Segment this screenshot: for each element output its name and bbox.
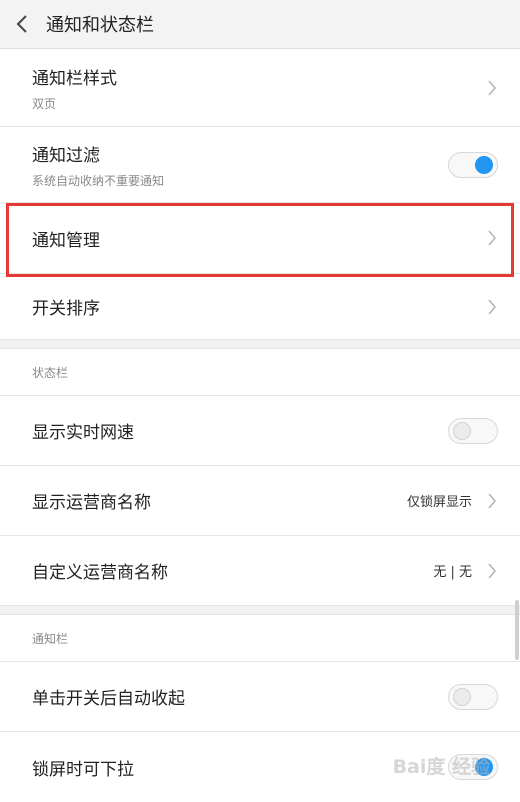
- realtime-speed-label: 显示实时网速: [32, 423, 134, 443]
- notification-filter-toggle[interactable]: [448, 151, 498, 178]
- custom-carrier-label: 自定义运营商名称: [32, 563, 168, 583]
- auto-collapse-toggle[interactable]: [448, 683, 498, 710]
- carrier-name-item[interactable]: 显示运营商名称 仅锁屏显示: [0, 466, 520, 536]
- notification-filter-label: 通知过滤: [32, 145, 100, 166]
- status-bar-section-header: 状态栏: [0, 349, 520, 396]
- notification-filter-description: 系统自动收纳不重要通知: [32, 173, 165, 188]
- notification-style-label: 通知栏样式: [32, 68, 117, 89]
- notification-bar-section-header: 通知栏: [0, 615, 520, 662]
- switch-order-label: 开关排序: [32, 299, 100, 319]
- chevron-right-icon: [486, 561, 498, 581]
- notification-style-value: 双页: [32, 96, 57, 111]
- scrollbar[interactable]: [515, 600, 519, 660]
- chevron-right-icon: [486, 297, 498, 317]
- realtime-speed-item: 显示实时网速: [0, 396, 520, 466]
- realtime-speed-toggle[interactable]: [448, 417, 498, 444]
- custom-carrier-value: 无 | 无: [433, 565, 472, 580]
- page-title: 通知和状态栏: [46, 15, 154, 36]
- top-bar: 通知和状态栏: [0, 0, 520, 49]
- auto-collapse-item: 单击开关后自动收起: [0, 662, 520, 732]
- baidu-watermark: Bai度 经验: [392, 756, 490, 778]
- notification-style-item[interactable]: 通知栏样式 双页: [0, 49, 520, 127]
- auto-collapse-label: 单击开关后自动收起: [32, 689, 185, 709]
- notification-manage-label: 通知管理: [32, 230, 100, 251]
- toggle-knob: [453, 421, 471, 440]
- custom-carrier-item[interactable]: 自定义运营商名称 无 | 无: [0, 536, 520, 606]
- switch-order-item[interactable]: 开关排序: [0, 274, 520, 340]
- chevron-right-icon: [486, 491, 498, 511]
- notification-filter-item: 通知过滤 系统自动收纳不重要通知: [0, 127, 520, 203]
- chevron-right-icon: [486, 78, 498, 98]
- carrier-name-label: 显示运营商名称: [32, 493, 151, 513]
- toggle-knob: [475, 155, 493, 174]
- section-divider: [0, 340, 520, 349]
- back-button[interactable]: [2, 0, 42, 48]
- notification-manage-item[interactable]: 通知管理: [0, 203, 520, 274]
- chevron-right-icon: [486, 228, 498, 248]
- toggle-knob: [453, 687, 471, 706]
- chevron-left-icon: [16, 15, 27, 33]
- lockscreen-pull-label: 锁屏时可下拉: [32, 759, 134, 780]
- carrier-name-value: 仅锁屏显示: [406, 495, 472, 510]
- section-divider: [0, 606, 520, 615]
